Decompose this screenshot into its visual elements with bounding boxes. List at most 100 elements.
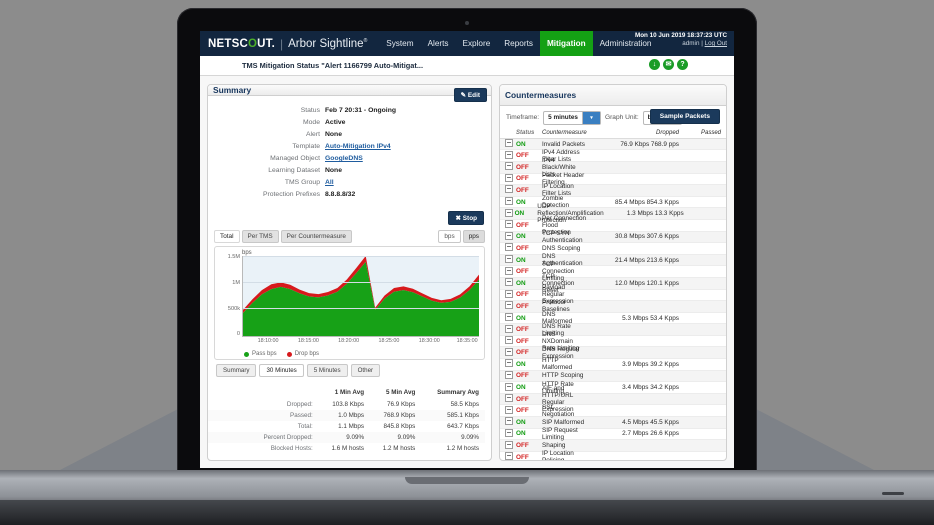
expand-icon[interactable] [505,301,516,311]
countermeasure-row[interactable]: ON SIP Request Limiting 2.7 Mbps 26.6 Kpps [500,427,726,441]
expand-icon[interactable] [505,208,515,219]
nav-item-reports[interactable]: Reports [497,31,540,56]
expand-icon[interactable] [505,440,516,451]
expand-icon[interactable] [505,289,516,300]
countermeasure-row[interactable]: OFF Packet Header Filtering [500,172,726,186]
countermeasure-row[interactable]: OFF TCP Connection Limiting [500,261,726,282]
expand-icon[interactable] [505,220,516,230]
download-icon[interactable]: ↓ [649,59,660,70]
expand-icon[interactable] [505,278,516,288]
expand-icon[interactable] [505,405,516,416]
countermeasure-row[interactable]: OFF HTTP Scoping [500,370,726,383]
countermeasure-row[interactable]: ON DNS Authentication 21.4 Mbps 213.6 Kpps [500,253,726,267]
expand-icon[interactable] [505,394,516,404]
unit-bps[interactable]: bps [438,230,461,243]
countermeasure-row[interactable]: ON HTTP Malformed 3.9 Mbps 39.2 Kpps [500,357,726,371]
tab-per-countermeasure[interactable]: Per Countermeasure [280,230,352,243]
countermeasure-row[interactable]: OFF Per Connection Flood Protection [500,215,726,236]
countermeasure-row[interactable]: ON UDP Reflection/Amplification Protectio… [500,203,726,224]
expand-icon[interactable] [505,150,516,161]
nav-item-explore[interactable]: Explore [456,31,498,56]
nav-item-alerts[interactable]: Alerts [421,31,456,56]
expand-icon[interactable] [505,266,516,277]
countermeasure-row[interactable]: OFF DNS Rate Limiting [500,323,726,337]
range-summary[interactable]: Summary [216,364,257,377]
expand-icon[interactable] [505,336,516,346]
expand-icon[interactable] [505,197,516,207]
col-expand [505,130,516,136]
countermeasure-status: OFF [516,337,529,345]
countermeasure-row[interactable]: OFF Payload Regular Expression [500,284,726,305]
template-link[interactable]: Auto-Mitigation IPv4 [325,143,391,150]
tab-per-tms[interactable]: Per TMS [241,230,279,243]
countermeasure-row[interactable]: ON TCP SYN Authentication 30.8 Mbps 307.6 … [500,230,726,244]
countermeasure-row[interactable]: OFF DNS NXDomain Rate Limiting [500,331,726,352]
unit-pps[interactable]: pps [462,230,485,243]
tab-total[interactable]: Total [214,230,240,243]
expand-icon[interactable] [505,347,516,358]
expand-icon[interactable] [505,255,516,265]
edit-button[interactable]: ✎ Edit [453,88,487,102]
expand-icon[interactable] [505,324,516,335]
stats-cell: 76.9 Kbps [386,401,416,408]
range-30-minutes[interactable]: 30 Minutes [259,364,304,377]
sample-packets-button[interactable]: Sample Packets [649,108,720,124]
countermeasure-row[interactable]: OFF Protocol Baselines [500,299,726,313]
range-5-minutes[interactable]: 5 Minutes [306,364,348,377]
countermeasure-row[interactable]: OFF IPv4 Address Filter Lists [500,149,726,163]
countermeasure-row[interactable]: OFF Shaping [500,440,726,452]
managed-object-link[interactable]: GoogleDNS [325,155,363,162]
stats-cell: 1.2 M hosts [446,445,479,452]
stats-cell: 768.9 Kbps [370,410,422,421]
expand-icon[interactable] [505,243,516,253]
stats-row: Passed: 1.0 Mbps 768.9 Kbps 585.1 Kbps [208,410,485,421]
countermeasure-row[interactable]: ON Zombie Detection 85.4 Mbps 854.3 Kpps [500,195,726,209]
logout-link[interactable]: Log Out [705,40,727,47]
stop-button[interactable]: ✖ Stop [448,211,484,225]
help-icon[interactable]: ? [677,59,688,70]
stats-row-label: Passed: [208,410,319,421]
nav-item-mitigation[interactable]: Mitigation [539,31,593,56]
countermeasure-row[interactable]: ON TCP Connection Reset 12.0 Mbps 120.1 Kp… [500,273,726,294]
col-passed: Passed [700,129,721,136]
expand-icon[interactable] [505,452,516,460]
expand-icon[interactable] [505,185,516,195]
countermeasure-row[interactable]: OFF AIF and HTTP/URL Regular Expression [500,385,726,413]
chart-card: bps 1.5M 1M 500k 0 18:10:00 18:15:00 18:… [214,246,485,360]
summary-panel-header: Summary ✎ Edit [208,85,491,102]
timeframe-select[interactable]: 5 minutes ▾ [543,110,601,125]
countermeasure-row[interactable]: ON Invalid Packets 76.9 Kbps 768.9 pps [500,138,726,151]
expand-icon[interactable] [505,162,516,172]
countermeasure-row[interactable]: ON DNS Malformed 5.3 Mbps 53.4 Kpps [500,311,726,325]
tms-group-link[interactable]: All [325,179,334,186]
expand-icon[interactable] [505,139,516,149]
countermeasure-status: OFF [516,186,529,194]
countermeasure-row[interactable]: ON SIP Malformed 4.5 Mbps 45.5 Kpps [500,417,726,429]
countermeasure-row[interactable]: OFF IP Location Filter Lists [500,183,726,197]
range-other[interactable]: Other [350,364,381,377]
countermeasure-row[interactable]: OFF IP Location Policing [500,450,726,460]
stats-row: Percent Dropped: 9.09% 9.09% 9.09% [208,432,485,443]
field-learning-dataset-value: None [325,167,342,174]
stats-cell: 103.8 Kbps [332,401,365,408]
countermeasure-row[interactable]: OFF DNS Scoping [500,243,726,255]
nav-items: System Alerts Explore Reports Mitigation… [379,31,658,56]
countermeasure-dropped: 1.3 Mbps 13.3 Kpps [626,210,684,218]
countermeasure-row[interactable]: OFF DNS Regular Expression [500,346,726,360]
expand-icon[interactable] [505,417,516,427]
expand-icon[interactable] [505,313,516,323]
nav-item-system[interactable]: System [379,31,420,56]
expand-icon[interactable] [505,370,516,381]
expand-icon[interactable] [505,382,516,393]
expand-icon[interactable] [505,359,516,369]
message-icon[interactable]: ✉ [663,59,674,70]
stats-row-label: Total: [297,423,313,430]
expand-icon[interactable] [505,428,516,439]
countermeasure-row[interactable]: OFF IPv4 Black/White Lists [500,157,726,178]
countermeasures-panel: Countermeasures Timeframe: 5 minutes ▾ G… [499,84,727,461]
expand-icon[interactable] [505,173,516,184]
countermeasure-row[interactable]: OFF SSL Negotiation [500,404,726,418]
countermeasure-row[interactable]: ON HTTP Rate Limiting 3.4 Mbps 34.2 Kpps [500,381,726,395]
expand-icon[interactable] [505,231,516,242]
stats-row-label: Percent Dropped: [208,432,319,443]
